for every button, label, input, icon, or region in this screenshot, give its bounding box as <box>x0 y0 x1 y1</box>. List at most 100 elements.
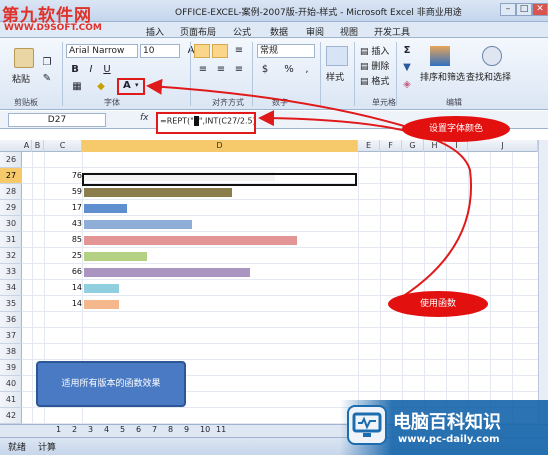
align-left-icon[interactable]: ≡ <box>196 63 210 76</box>
find-icon[interactable] <box>482 46 502 66</box>
sheet-tab-11[interactable]: 11 <box>216 425 226 434</box>
maximize-button[interactable]: □ <box>516 3 532 16</box>
column-header-d[interactable]: D <box>82 140 358 152</box>
delete-cells-button[interactable]: ▤ 删除 <box>360 59 389 72</box>
tab-data[interactable]: 数据 <box>270 25 288 38</box>
row-header-31[interactable]: 31 <box>0 232 22 248</box>
row-header-40[interactable]: 40 <box>0 376 22 392</box>
tab-view[interactable]: 视图 <box>340 25 358 38</box>
grid-row-line <box>22 359 542 360</box>
row-header-39[interactable]: 39 <box>0 360 22 376</box>
row-header-36[interactable]: 36 <box>0 312 22 328</box>
active-cell-d27[interactable] <box>82 173 357 186</box>
format-cells-button[interactable]: ▤ 格式 <box>360 74 389 87</box>
align-right-icon[interactable]: ≡ <box>232 63 246 76</box>
row-header-33[interactable]: 33 <box>0 264 22 280</box>
copy-icon[interactable]: ❐ <box>40 56 54 69</box>
column-header-b[interactable]: B <box>32 140 44 152</box>
sheet-tab-3[interactable]: 3 <box>88 425 93 434</box>
row-header-38[interactable]: 38 <box>0 344 22 360</box>
insert-function-icon[interactable]: fx <box>140 113 149 123</box>
bar-value-label: 25 <box>71 251 82 260</box>
watermark-url: www.pc-daily.com <box>398 434 500 445</box>
sheet-tab-8[interactable]: 8 <box>168 425 173 434</box>
column-header-j[interactable]: J <box>468 140 538 152</box>
fill-icon[interactable]: ▼ <box>400 61 414 74</box>
close-button[interactable]: ✕ <box>532 3 548 16</box>
underline-button[interactable]: U <box>100 63 114 76</box>
number-format-select[interactable]: 常规 <box>257 44 315 58</box>
font-color-button[interactable]: A ▾ <box>117 78 145 95</box>
styles-button[interactable]: 样式 <box>326 70 344 83</box>
sheet-tab-4[interactable]: 4 <box>104 425 109 434</box>
border-icon[interactable]: ▦ <box>70 80 84 93</box>
tab-review[interactable]: 审阅 <box>306 25 324 38</box>
row-header-27[interactable]: 27 <box>0 168 22 184</box>
grid-col-line <box>402 152 403 424</box>
column-header-g[interactable]: G <box>402 140 424 152</box>
minimize-button[interactable]: – <box>500 3 516 16</box>
sort-filter-button[interactable]: 排序和筛选 <box>420 70 465 83</box>
fill-color-icon[interactable]: ◆ <box>94 80 108 93</box>
align-top-icon[interactable] <box>194 44 210 58</box>
percent-icon[interactable]: % <box>282 63 296 76</box>
font-size-select[interactable]: 10 <box>140 44 180 58</box>
styles-icon[interactable] <box>326 46 348 66</box>
row-header-32[interactable]: 32 <box>0 248 22 264</box>
tab-formulas[interactable]: 公式 <box>233 25 251 38</box>
bar-row-32 <box>84 252 147 261</box>
row-header-37[interactable]: 37 <box>0 328 22 344</box>
column-header-e[interactable]: E <box>358 140 380 152</box>
tab-page-layout[interactable]: 页面布局 <box>180 25 216 38</box>
sheet-tab-1[interactable]: 1 <box>56 425 61 434</box>
grid-row-line <box>22 247 542 248</box>
clear-icon[interactable]: ◈ <box>400 78 414 91</box>
logo-url: WWW.D9SOFT.COM <box>4 23 102 33</box>
column-header-f[interactable]: F <box>380 140 402 152</box>
monitor-icon <box>347 405 387 445</box>
ribbon-separator <box>396 42 397 106</box>
row-header-35[interactable]: 35 <box>0 296 22 312</box>
column-header-c[interactable]: C <box>44 140 82 152</box>
sheet-tab-2[interactable]: 2 <box>72 425 77 434</box>
name-box[interactable]: D27 <box>8 113 106 127</box>
comma-icon[interactable]: , <box>300 63 314 76</box>
column-header-a[interactable]: A <box>22 140 32 152</box>
autosum-icon[interactable]: Σ <box>400 44 414 57</box>
paste-button[interactable]: 粘贴 <box>12 72 30 85</box>
grid-row-line <box>22 343 542 344</box>
vertical-scrollbar[interactable] <box>538 140 548 424</box>
bar-value-label: 14 <box>71 283 82 292</box>
italic-button[interactable]: I <box>84 63 98 76</box>
align-middle-icon[interactable] <box>212 44 228 58</box>
row-header-29[interactable]: 29 <box>0 200 22 216</box>
find-select-button[interactable]: 查找和选择 <box>466 70 511 83</box>
sheet-tab-10[interactable]: 10 <box>200 425 210 434</box>
paste-icon[interactable] <box>14 48 34 68</box>
row-header-28[interactable]: 28 <box>0 184 22 200</box>
insert-cells-button[interactable]: ▤ 插入 <box>360 44 389 57</box>
row-header-34[interactable]: 34 <box>0 280 22 296</box>
currency-icon[interactable]: $ <box>258 63 272 76</box>
row-header-42[interactable]: 42 <box>0 408 22 424</box>
column-header-h[interactable]: H <box>424 140 446 152</box>
bar-value-label: 76 <box>71 171 82 180</box>
tab-insert[interactable]: 插入 <box>146 25 164 38</box>
font-name-select[interactable]: Arial Narrow <box>66 44 138 58</box>
group-cells: 单元格 <box>372 98 396 107</box>
sheet-tab-7[interactable]: 7 <box>152 425 157 434</box>
bar-value-label: 17 <box>71 203 82 212</box>
row-header-26[interactable]: 26 <box>0 152 22 168</box>
sheet-tab-9[interactable]: 9 <box>184 425 189 434</box>
sheet-tab-5[interactable]: 5 <box>120 425 125 434</box>
sort-filter-icon[interactable] <box>430 46 450 66</box>
align-center-icon[interactable]: ≡ <box>214 63 228 76</box>
formula-input[interactable]: =REPT(" ",INT(C27/2.5)) <box>156 112 256 134</box>
tab-developer[interactable]: 开发工具 <box>374 25 410 38</box>
row-header-30[interactable]: 30 <box>0 216 22 232</box>
bold-button[interactable]: B <box>68 63 82 76</box>
wrap-text-icon[interactable]: ≡ <box>232 44 246 57</box>
sheet-tab-6[interactable]: 6 <box>136 425 141 434</box>
row-header-41[interactable]: 41 <box>0 392 22 408</box>
format-painter-icon[interactable]: ✎ <box>40 72 54 85</box>
